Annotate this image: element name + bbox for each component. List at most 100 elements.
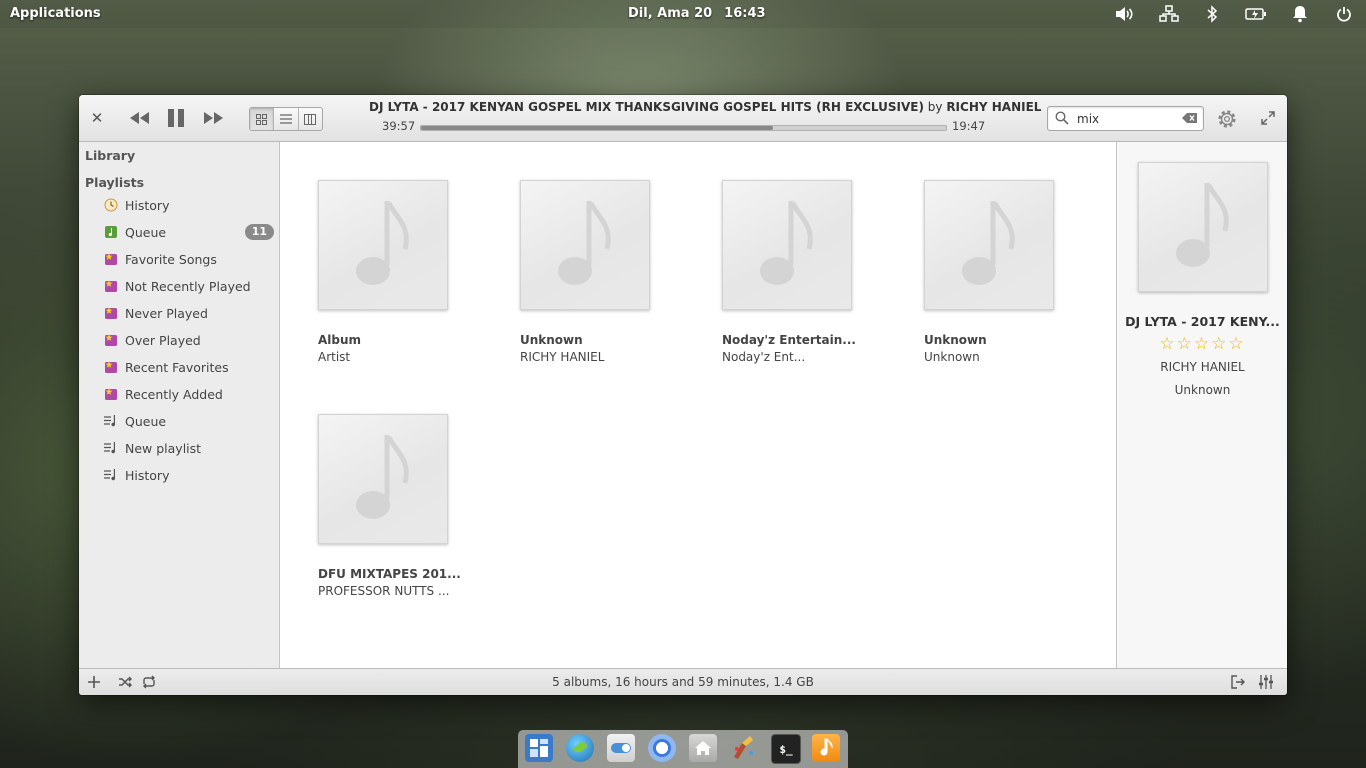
sidebar-item-label: Recent Favorites bbox=[125, 359, 229, 375]
sidebar-library-heading[interactable]: Library bbox=[85, 148, 135, 163]
album-cover bbox=[722, 180, 852, 310]
list-view-button[interactable] bbox=[274, 108, 299, 130]
remaining-time: 19:47 bbox=[952, 119, 986, 133]
action-bar: 5 albums, 16 hours and 59 minutes, 1.4 G… bbox=[79, 668, 1287, 695]
now-playing-title: DJ LYTA - 2017 KENYAN GOSPEL MIX THANKSG… bbox=[369, 100, 1041, 114]
smart-playlist-icon bbox=[104, 360, 118, 374]
previous-button[interactable] bbox=[127, 109, 151, 127]
album-item[interactable]: Album Artist bbox=[318, 180, 458, 364]
search-input[interactable] bbox=[1075, 109, 1179, 129]
files-icon[interactable] bbox=[689, 734, 717, 762]
next-icon bbox=[204, 112, 223, 124]
elapsed-time: 39:57 bbox=[382, 119, 416, 133]
grid-view-icon bbox=[256, 113, 268, 125]
sidebar-item-label: History bbox=[125, 467, 170, 483]
list-view-icon bbox=[279, 114, 292, 124]
bluetooth-icon[interactable] bbox=[1201, 4, 1223, 24]
sidebar-item-favorite-songs[interactable]: Favorite Songs bbox=[104, 248, 276, 270]
settings-button[interactable] bbox=[1215, 107, 1239, 131]
album-item[interactable]: Unknown RICHY HANIEL bbox=[520, 180, 660, 364]
maximize-button[interactable] bbox=[1259, 109, 1277, 127]
sidebar-item-not-recently-played[interactable]: Not Recently Played bbox=[104, 275, 276, 297]
album-cover bbox=[318, 180, 448, 310]
album-item[interactable]: Unknown Unknown bbox=[924, 180, 1064, 364]
album-title: Unknown bbox=[924, 333, 987, 347]
seek-bar[interactable] bbox=[420, 125, 947, 131]
sidebar-item-playlist-queue[interactable]: Queue bbox=[104, 410, 276, 432]
sidebar-item-label: Favorite Songs bbox=[125, 251, 217, 267]
album-title: Unknown bbox=[520, 333, 583, 347]
settings-icon[interactable] bbox=[607, 734, 635, 762]
clock-time: 16:43 bbox=[724, 6, 766, 21]
info-track-title: DJ LYTA - 2017 KENY... bbox=[1125, 314, 1280, 329]
sidebar-item-never-played[interactable]: Never Played bbox=[104, 302, 276, 324]
album-item[interactable]: Noday'z Entertain... Noday'z Ent... bbox=[722, 180, 862, 364]
clock[interactable]: Dil, Ama 20 16:43 bbox=[628, 6, 778, 21]
view-switcher bbox=[249, 107, 323, 131]
close-icon[interactable]: ✕ bbox=[89, 109, 105, 127]
pause-button[interactable] bbox=[165, 107, 187, 129]
history-icon bbox=[104, 198, 118, 212]
album-title: DFU MIXTAPES 201... bbox=[318, 567, 461, 581]
album-item[interactable]: DFU MIXTAPES 201... PROFESSOR NUTTS ... bbox=[318, 414, 461, 598]
music-note-icon bbox=[962, 201, 1015, 285]
sidebar-item-label: Not Recently Played bbox=[125, 278, 251, 294]
battery-icon[interactable] bbox=[1245, 4, 1267, 24]
queue-count-badge: 11 bbox=[244, 224, 274, 240]
network-icon[interactable] bbox=[1158, 4, 1180, 24]
pause-icon bbox=[168, 109, 184, 127]
sidebar-item-over-played[interactable]: Over Played bbox=[104, 329, 276, 351]
album-artist: PROFESSOR NUTTS ... bbox=[318, 584, 450, 598]
playlist-icon bbox=[104, 468, 118, 482]
music-note-icon bbox=[1176, 183, 1229, 267]
sidebar: Library Playlists History Queue 11 Favor… bbox=[79, 142, 280, 668]
equalizer-icon bbox=[1259, 675, 1273, 689]
music-icon[interactable] bbox=[812, 734, 840, 762]
search-field[interactable] bbox=[1047, 106, 1204, 131]
sidebar-item-label: Queue bbox=[125, 413, 167, 429]
sidebar-playlists-heading[interactable]: Playlists bbox=[85, 175, 144, 190]
sidebar-item-new-playlist[interactable]: New playlist bbox=[104, 437, 276, 459]
sidebar-item-queue[interactable]: Queue 11 bbox=[104, 221, 276, 243]
info-artist: RICHY HANIEL bbox=[1160, 360, 1245, 374]
smart-playlist-icon bbox=[104, 333, 118, 347]
album-title: Noday'z Entertain... bbox=[722, 333, 856, 347]
album-cover bbox=[520, 180, 650, 310]
volume-icon[interactable] bbox=[1113, 4, 1135, 24]
music-note-icon bbox=[558, 201, 611, 285]
music-note-icon bbox=[356, 435, 409, 519]
applications-menu[interactable]: Applications bbox=[10, 6, 101, 21]
paint-icon[interactable] bbox=[730, 734, 758, 762]
queue-icon bbox=[104, 225, 118, 239]
info-pane-icon bbox=[1231, 675, 1245, 689]
column-view-button[interactable] bbox=[299, 108, 322, 130]
power-icon[interactable] bbox=[1333, 4, 1355, 24]
sidebar-item-recent-favorites[interactable]: Recent Favorites bbox=[104, 356, 276, 378]
sidebar-item-history[interactable]: History bbox=[104, 194, 276, 216]
chromium-icon[interactable] bbox=[648, 734, 676, 762]
top-panel: Applications Dil, Ama 20 16:43 bbox=[0, 0, 1366, 28]
web-browser-icon[interactable] bbox=[566, 734, 594, 762]
smart-playlist-icon bbox=[104, 252, 118, 266]
sidebar-item-label: New playlist bbox=[125, 440, 202, 456]
album-artist: Artist bbox=[318, 350, 351, 364]
toggle-info-pane-button[interactable] bbox=[1228, 673, 1248, 691]
playlist-icon bbox=[104, 441, 118, 455]
album-cover bbox=[924, 180, 1054, 310]
rating-stars[interactable]: ☆☆☆☆☆ bbox=[1117, 334, 1287, 354]
sidebar-item-recently-added[interactable]: Recently Added bbox=[104, 383, 276, 405]
notifications-icon[interactable] bbox=[1289, 4, 1311, 24]
next-button[interactable] bbox=[202, 109, 226, 127]
grid-view-button[interactable] bbox=[250, 108, 275, 130]
sidebar-item-playlist-history[interactable]: History bbox=[104, 464, 276, 486]
clear-search-icon[interactable] bbox=[1182, 112, 1198, 124]
sidebar-item-label: Never Played bbox=[125, 305, 208, 321]
terminal-icon[interactable]: $_ bbox=[771, 734, 801, 764]
track-title: DJ LYTA - 2017 KENYAN GOSPEL MIX THANKSG… bbox=[369, 100, 924, 114]
music-note-icon bbox=[356, 201, 409, 285]
search-icon bbox=[1055, 111, 1069, 125]
sidebar-item-label: Over Played bbox=[125, 332, 201, 348]
multitasking-view-icon[interactable] bbox=[525, 734, 553, 762]
equalizer-button[interactable] bbox=[1256, 673, 1276, 691]
by-word: by bbox=[927, 100, 943, 114]
